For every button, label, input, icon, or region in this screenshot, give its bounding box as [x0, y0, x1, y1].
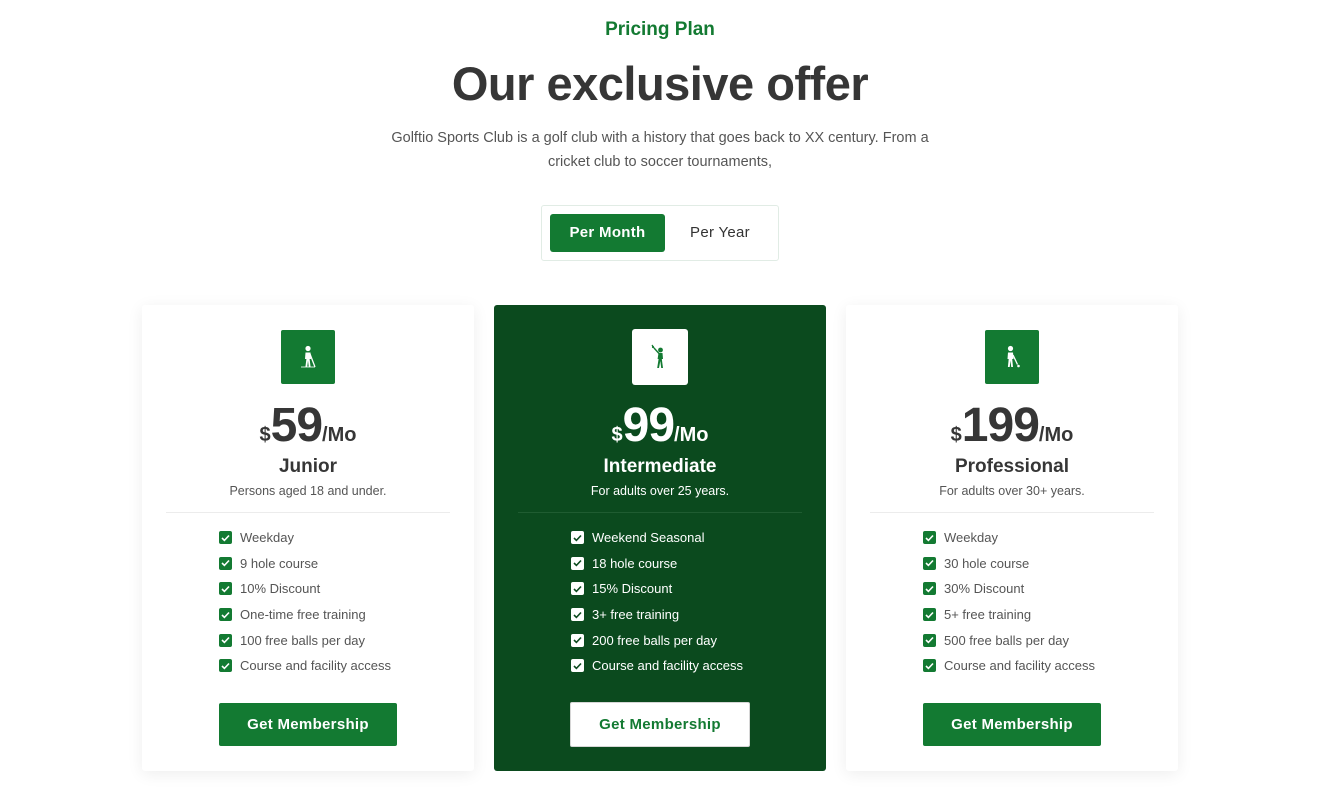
pricing-eyebrow: Pricing Plan: [605, 19, 715, 40]
pricing-card-professional: $199/Mo Professional For adults over 30+…: [846, 305, 1178, 771]
check-icon: [219, 556, 232, 570]
feature-item: 15% Discount: [571, 576, 743, 602]
feature-item: 200 free balls per day: [571, 627, 743, 653]
plan-description: Persons aged 18 and under.: [229, 484, 387, 498]
check-icon: [219, 608, 232, 622]
feature-label: 500 free balls per day: [944, 632, 1070, 648]
feature-label: Weekday: [240, 530, 294, 546]
intro-text: Golftio Sports Club is a golf club with …: [391, 130, 929, 170]
plan-description: For adults over 30+ years.: [939, 484, 1085, 498]
pricing-card-intermediate: $99/Mo Intermediate For adults over 25 y…: [494, 305, 826, 771]
feature-label: 100 free balls per day: [240, 632, 366, 648]
feature-item: Weekday: [219, 525, 391, 551]
check-icon: [923, 556, 936, 570]
price-amount: 199: [961, 399, 1040, 452]
price-period: /Mo: [1038, 424, 1074, 446]
feature-item: 10% Discount: [219, 576, 391, 602]
check-icon: [923, 582, 936, 596]
feature-item: 3+ free training: [571, 602, 743, 628]
feature-label: 15% Discount: [592, 581, 673, 597]
check-icon: [571, 556, 584, 570]
feature-label: 200 free balls per day: [592, 632, 718, 648]
feature-label: Weekday: [944, 530, 998, 546]
plan-name: Intermediate: [603, 456, 717, 477]
feature-list: Weekend Seasonal 18 hole course 15% Disc…: [571, 525, 743, 679]
divider: [166, 512, 450, 513]
feature-item: One-time free training: [219, 602, 391, 628]
check-icon: [571, 659, 584, 673]
feature-label: Course and facility access: [592, 658, 744, 674]
feature-item: 100 free balls per day: [219, 627, 391, 653]
feature-list: Weekday 9 hole course 10% Discount One-t…: [219, 525, 391, 679]
price-amount: 99: [622, 399, 675, 452]
feature-label: 3+ free training: [592, 607, 680, 623]
pricing-card-junior: $59/Mo Junior Persons aged 18 and under.…: [142, 305, 474, 771]
feature-item: Course and facility access: [571, 653, 743, 679]
plan-name: Junior: [278, 456, 338, 477]
feature-list: Weekday 30 hole course 30% Discount 5+ f…: [923, 525, 1095, 679]
check-icon: [923, 531, 936, 545]
check-icon: [571, 608, 584, 622]
per-year-button[interactable]: Per Year: [670, 214, 770, 252]
divider: [870, 512, 1154, 513]
check-icon: [219, 582, 232, 596]
check-icon: [923, 608, 936, 622]
price: $59/Mo: [142, 398, 474, 453]
price-period: /Mo: [322, 424, 357, 446]
feature-label: 30 hole course: [944, 555, 1030, 571]
check-icon: [571, 582, 584, 596]
check-icon: [923, 633, 936, 647]
feature-label: 9 hole course: [240, 555, 319, 571]
feature-label: 18 hole course: [592, 555, 678, 571]
feature-label: Weekend Seasonal: [592, 530, 705, 546]
feature-label: 10% Discount: [240, 581, 321, 597]
plan-description: For adults over 25 years.: [590, 484, 730, 498]
page-title: Our exclusive offer: [451, 57, 869, 110]
feature-item: 5+ free training: [923, 602, 1095, 628]
feature-label: 5+ free training: [944, 607, 1032, 623]
get-membership-button[interactable]: Get Membership: [923, 703, 1101, 746]
plan-name: Professional: [954, 456, 1070, 477]
per-month-button[interactable]: Per Month: [550, 214, 665, 252]
check-icon: [571, 633, 584, 647]
check-icon: [219, 659, 232, 673]
golfer-swing-icon: [632, 329, 688, 385]
get-membership-button[interactable]: Get Membership: [219, 703, 397, 746]
feature-item: Course and facility access: [923, 653, 1095, 679]
check-icon: [219, 531, 232, 545]
golfer-stance-icon: [985, 330, 1039, 384]
price: $99/Mo: [494, 398, 826, 453]
feature-item: 9 hole course: [219, 551, 391, 577]
feature-item: 18 hole course: [571, 551, 743, 577]
check-icon: [571, 531, 584, 545]
price-currency: $: [950, 424, 962, 446]
feature-item: 30 hole course: [923, 551, 1095, 577]
price-amount: 59: [270, 399, 323, 452]
feature-label: Course and facility access: [944, 658, 1096, 674]
billing-toggle: Per Month Per Year: [541, 205, 779, 261]
price-currency: $: [611, 424, 623, 446]
price-currency: $: [259, 424, 271, 446]
price: $199/Mo: [846, 398, 1178, 453]
feature-label: One-time free training: [240, 607, 366, 623]
feature-item: Weekday: [923, 525, 1095, 551]
get-membership-button[interactable]: Get Membership: [570, 702, 750, 747]
feature-label: 30% Discount: [944, 581, 1025, 597]
feature-item: Weekend Seasonal: [571, 525, 743, 551]
feature-label: Course and facility access: [240, 658, 392, 674]
divider: [518, 512, 802, 513]
feature-item: 500 free balls per day: [923, 627, 1095, 653]
price-period: /Mo: [674, 424, 709, 446]
feature-item: Course and facility access: [219, 653, 391, 679]
feature-item: 30% Discount: [923, 576, 1095, 602]
golfer-putting-icon: [281, 330, 335, 384]
check-icon: [219, 633, 232, 647]
check-icon: [923, 659, 936, 673]
